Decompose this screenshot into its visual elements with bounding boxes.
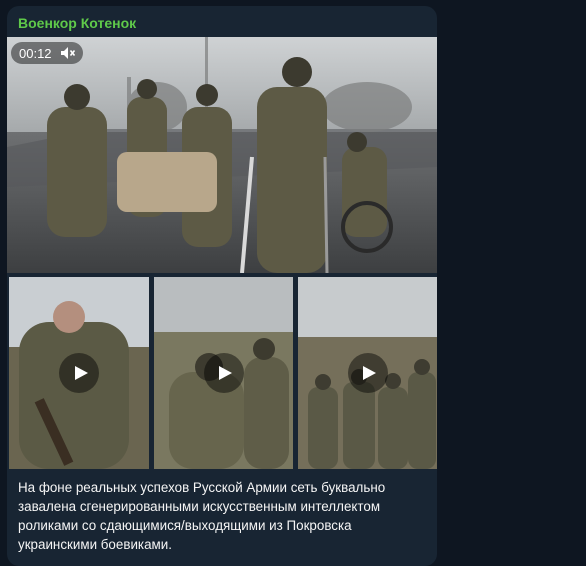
play-icon [219,366,232,380]
video-thumbnail-3[interactable] [298,277,437,469]
video-thumbnail-2[interactable] [154,277,293,469]
video-duration: 00:12 [19,45,52,61]
video-duration-badge: 00:12 [11,42,83,64]
channel-name[interactable]: Военкор Котенок [18,15,136,31]
message-text: На фоне реальных успехов Русской Армии с… [18,480,386,552]
play-icon [363,366,376,380]
speaker-muted-icon[interactable] [60,46,76,60]
play-icon [74,366,88,380]
message-bubble: Военкор Котенок 00:12 На фоне реальных у… [7,6,437,566]
video-thumbnail-1[interactable] [9,277,149,469]
play-button[interactable] [59,353,99,393]
play-button[interactable] [347,353,388,393]
video-frame [7,37,437,273]
play-button[interactable] [203,353,244,393]
main-video[interactable]: 00:12 [7,37,437,273]
